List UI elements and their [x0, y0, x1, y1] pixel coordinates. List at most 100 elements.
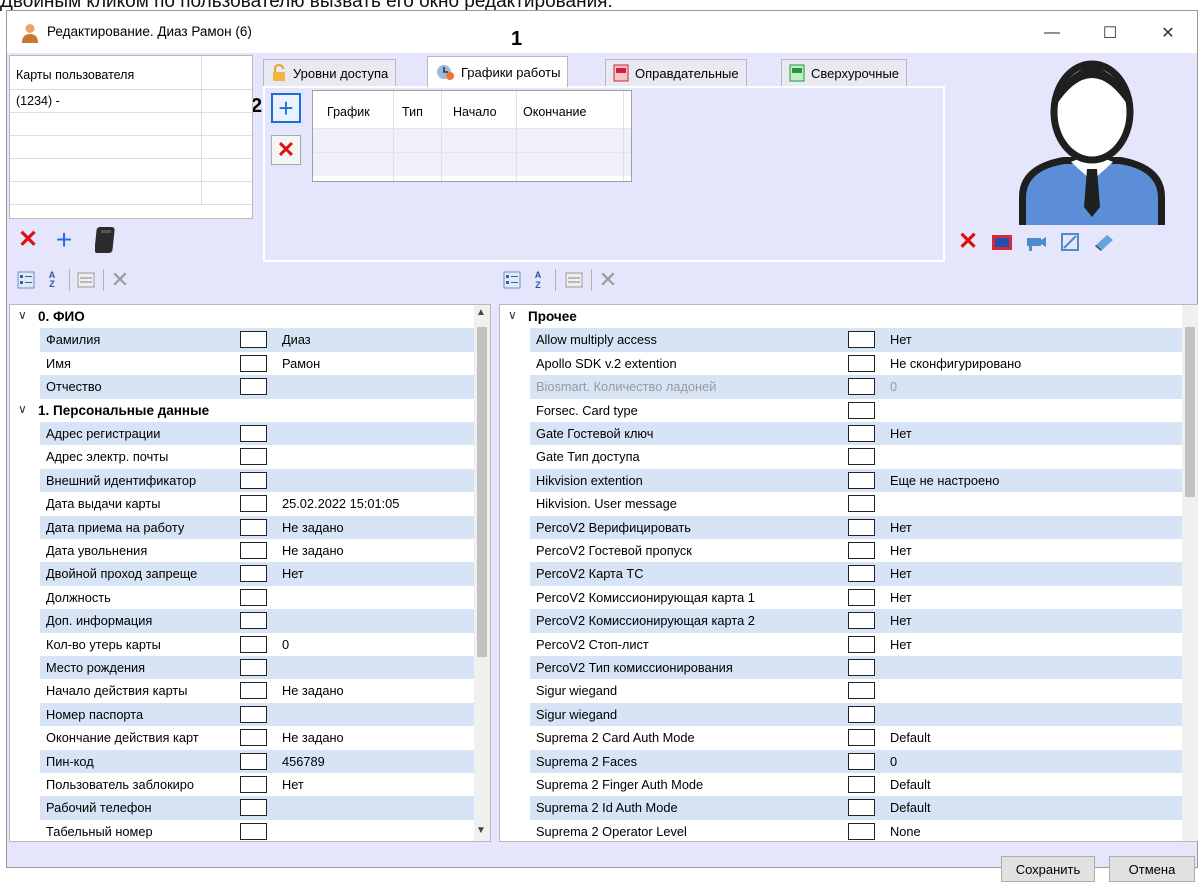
property-value[interactable]: Нет: [890, 332, 912, 347]
property-value[interactable]: Рамон: [282, 356, 320, 371]
property-checkbox[interactable]: [848, 659, 875, 676]
property-row[interactable]: PercoV2 Тип комиссионирования: [500, 656, 1198, 680]
property-checkbox[interactable]: [240, 776, 267, 793]
property-checkbox[interactable]: [848, 354, 875, 372]
crop-photo-button[interactable]: [1057, 229, 1083, 255]
property-checkbox[interactable]: [848, 448, 875, 466]
minimize-button[interactable]: —: [1029, 17, 1075, 49]
column-header-start[interactable]: Начало: [453, 105, 497, 119]
property-row[interactable]: Дата выдачи карты 25.02.2022 15:01:05: [10, 492, 490, 516]
property-checkbox[interactable]: [240, 542, 267, 559]
category-row[interactable]: ∨ 0. ФИО: [10, 305, 490, 328]
property-row[interactable]: PercoV2 Верифицировать Нет: [500, 515, 1198, 539]
property-checkbox[interactable]: [848, 612, 875, 630]
property-checkbox[interactable]: [848, 682, 875, 700]
chevron-down-icon[interactable]: ∨: [18, 402, 27, 416]
property-value[interactable]: Нет: [890, 637, 912, 652]
property-row[interactable]: Дата увольнения Не задано: [10, 539, 490, 563]
property-row[interactable]: PercoV2 Гостевой пропуск Нет: [500, 539, 1198, 563]
property-checkbox[interactable]: [240, 448, 267, 466]
property-checkbox[interactable]: [848, 776, 875, 793]
save-button[interactable]: Сохранить: [1001, 856, 1095, 882]
property-checkbox[interactable]: [240, 799, 267, 817]
property-checkbox[interactable]: [848, 729, 875, 747]
scan-photo-button[interactable]: [1091, 229, 1117, 255]
property-value[interactable]: 0: [282, 637, 289, 652]
property-row[interactable]: Место рождения: [10, 656, 490, 680]
property-checkbox[interactable]: [240, 659, 267, 676]
property-row[interactable]: Suprema 2 Finger Auth Mode Default: [500, 773, 1198, 797]
property-value[interactable]: Не задано: [282, 730, 344, 745]
property-checkbox[interactable]: [848, 401, 875, 419]
property-value[interactable]: 0: [890, 379, 897, 394]
property-row[interactable]: Внешний идентификатор: [10, 468, 490, 493]
property-row[interactable]: Адрес электр. почты: [10, 445, 490, 469]
property-row[interactable]: Имя Рамон: [10, 351, 490, 376]
property-row[interactable]: Forsec. Card type: [500, 398, 1198, 422]
property-checkbox[interactable]: [848, 565, 875, 583]
property-value[interactable]: 25.02.2022 15:01:05: [282, 496, 399, 511]
property-value[interactable]: Нет: [282, 566, 304, 581]
property-value[interactable]: None: [890, 824, 921, 839]
property-value[interactable]: Нет: [890, 520, 912, 535]
property-row[interactable]: Biosmart. Количество ладоней 0: [500, 375, 1198, 399]
property-checkbox[interactable]: [240, 752, 267, 770]
property-value[interactable]: Не задано: [282, 683, 344, 698]
property-checkbox[interactable]: [848, 542, 875, 559]
property-row[interactable]: Номер паспорта: [10, 702, 490, 727]
add-card-button[interactable]: +: [51, 226, 77, 254]
property-row[interactable]: Hikvision extention Еще не настроено: [500, 468, 1198, 493]
close-button[interactable]: ✕: [1145, 17, 1191, 49]
column-header-end[interactable]: Окончание: [523, 105, 587, 119]
property-value[interactable]: Не задано: [282, 543, 344, 558]
property-checkbox[interactable]: [240, 588, 267, 606]
category-row[interactable]: ∨ Прочее: [500, 305, 1198, 328]
property-value[interactable]: Диаз: [282, 332, 311, 347]
chevron-down-icon[interactable]: ∨: [508, 308, 517, 322]
property-row[interactable]: Apollo SDK v.2 extention Не сконфигуриров…: [500, 351, 1198, 376]
property-row[interactable]: Gate Гостевой ключ Нет: [500, 422, 1198, 446]
property-checkbox[interactable]: [848, 635, 875, 653]
property-row[interactable]: Suprema 2 Id Auth Mode Default: [500, 796, 1198, 820]
property-row[interactable]: Адрес регистрации: [10, 422, 490, 446]
property-value[interactable]: Нет: [890, 566, 912, 581]
property-checkbox[interactable]: [848, 425, 875, 442]
tab-access-levels[interactable]: Уровни доступа: [263, 59, 397, 86]
delete-card-button[interactable]: ✕: [15, 227, 41, 253]
property-checkbox[interactable]: [848, 331, 875, 349]
property-row[interactable]: Suprema 2 Card Auth Mode Default: [500, 726, 1198, 750]
property-value[interactable]: Default: [890, 800, 931, 815]
property-checkbox[interactable]: [240, 822, 267, 840]
property-checkbox[interactable]: [240, 612, 267, 630]
property-checkbox[interactable]: [240, 635, 267, 653]
delete-photo-button[interactable]: ✕: [955, 229, 981, 255]
property-row[interactable]: PercoV2 Комиссионирующая карта 2 Нет: [500, 609, 1198, 633]
property-row[interactable]: Рабочий телефон: [10, 796, 490, 820]
column-header-type[interactable]: Тип: [402, 105, 423, 119]
property-value[interactable]: Default: [890, 730, 931, 745]
property-row[interactable]: Доп. информация: [10, 609, 490, 633]
clear-property-button-right[interactable]: ✕: [597, 269, 619, 291]
cancel-button[interactable]: Отмена: [1109, 856, 1195, 882]
card-reader-button[interactable]: [91, 225, 121, 255]
property-checkbox[interactable]: [240, 729, 267, 747]
property-value[interactable]: Не задано: [282, 520, 344, 535]
property-row[interactable]: Sigur wiegand: [500, 702, 1198, 727]
property-row[interactable]: PercoV2 Комиссионирующая карта 1 Нет: [500, 585, 1198, 610]
property-row[interactable]: Suprema 2 Operator Level None: [500, 819, 1198, 841]
property-value[interactable]: Нет: [890, 590, 912, 605]
property-checkbox[interactable]: [240, 354, 267, 372]
property-checkbox[interactable]: [240, 518, 267, 536]
property-checkbox[interactable]: [848, 518, 875, 536]
tab-schedules[interactable]: Графики работы: [427, 56, 569, 87]
tab-justifications[interactable]: Оправдательные: [605, 59, 747, 86]
property-checkbox[interactable]: [240, 705, 267, 723]
property-row[interactable]: Suprema 2 Faces 0: [500, 749, 1198, 773]
user-photo-placeholder[interactable]: [997, 57, 1187, 225]
property-checkbox[interactable]: [848, 471, 875, 489]
property-checkbox[interactable]: [848, 822, 875, 840]
property-checkbox[interactable]: [240, 425, 267, 442]
property-value[interactable]: Default: [890, 777, 931, 792]
categorized-view-button-right[interactable]: [501, 269, 523, 291]
property-checkbox[interactable]: [240, 495, 267, 513]
